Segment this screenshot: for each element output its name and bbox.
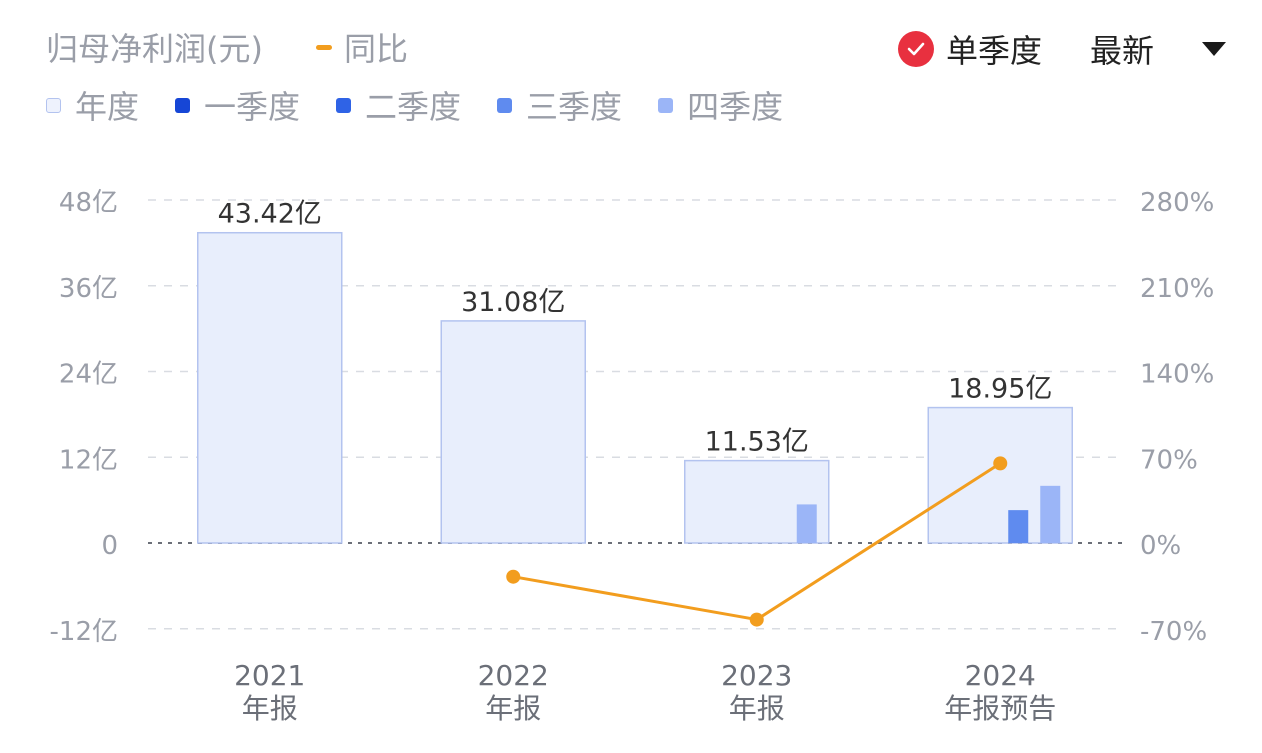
annual-bar-value-label: 11.53亿	[705, 427, 809, 458]
x-axis-report-label: 年报预告	[944, 692, 1056, 725]
left-axis-tick-label: -12亿	[50, 617, 118, 647]
left-axis-tick-label: 0	[101, 531, 118, 561]
annual-bar	[197, 231, 343, 544]
yoy-point	[506, 569, 521, 584]
annual-bar-value-label: 31.08亿	[461, 287, 565, 318]
profit-chart: 48亿 36亿 24亿 12亿 0 -12亿 280% 210% 140% 70% 0% -70% 43…	[50, 188, 1215, 725]
left-axis-tick-label: 48亿	[59, 188, 118, 218]
x-axis-year-label: 2022	[478, 659, 549, 692]
x-axis-report-label: 年报	[485, 692, 541, 725]
left-axis-tick-label: 24亿	[59, 360, 118, 390]
right-axis-tick-label: -70%	[1140, 617, 1207, 647]
x-axis-report-label: 年报	[729, 692, 785, 725]
quarter-bar	[1040, 485, 1061, 543]
right-axis-tick-label: 210%	[1140, 274, 1214, 304]
quarter-bar	[1008, 510, 1029, 543]
right-axis-tick-label: 0%	[1140, 531, 1181, 561]
x-axis-report-label: 年报	[242, 692, 298, 725]
quarter-bar	[796, 504, 817, 543]
left-axis-tick-label: 12亿	[59, 445, 118, 475]
right-axis-tick-label: 140%	[1140, 360, 1214, 390]
yoy-point	[749, 612, 764, 627]
annual-bar	[440, 320, 586, 544]
x-axis-year-label: 2024	[965, 659, 1036, 692]
annual-bar-value-label: 18.95亿	[948, 374, 1052, 405]
x-axis-year-label: 2021	[234, 659, 305, 692]
right-axis-tick-label: 280%	[1140, 188, 1214, 218]
right-axis-tick-label: 70%	[1140, 445, 1198, 475]
x-axis-year-label: 2023	[721, 659, 792, 692]
yoy-point	[993, 456, 1008, 471]
left-axis-tick-label: 36亿	[59, 274, 118, 304]
annual-bar-value-label: 43.42亿	[218, 199, 322, 230]
